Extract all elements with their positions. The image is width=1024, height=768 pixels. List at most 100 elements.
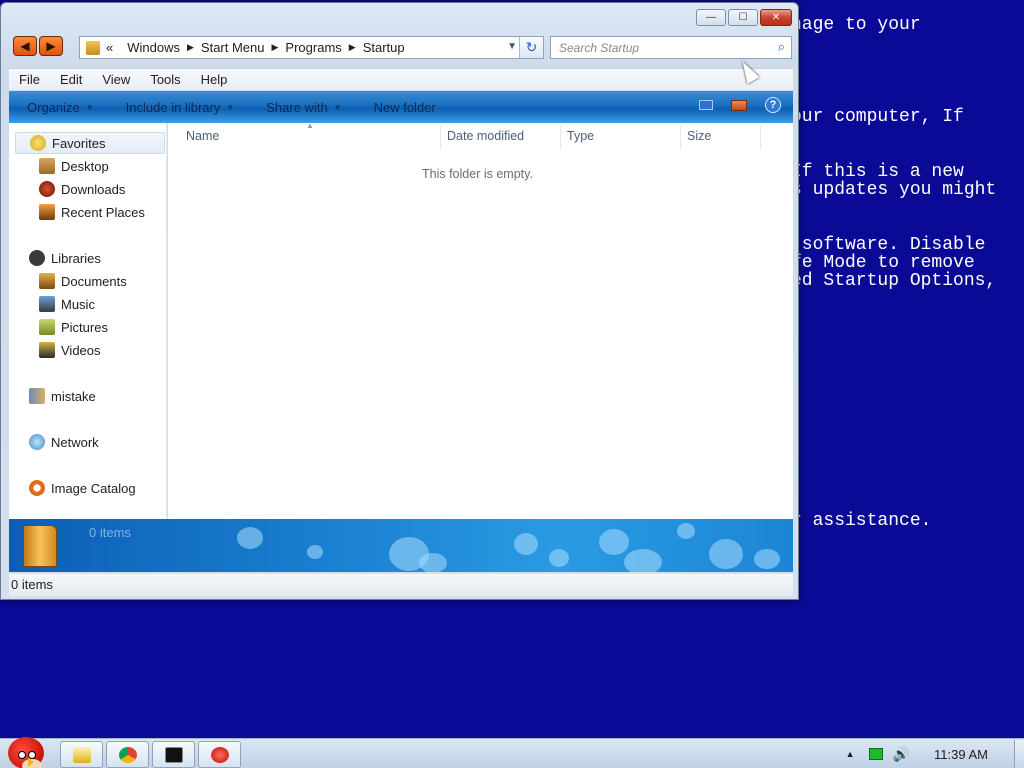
bsod-line: our computer, If: [791, 107, 964, 127]
preview-pane-icon[interactable]: [731, 99, 747, 111]
taskbar-app[interactable]: [198, 741, 241, 768]
include-in-library-button[interactable]: Include in library ▼: [108, 100, 249, 115]
back-button[interactable]: ◀: [13, 36, 37, 56]
share-label: Share with: [266, 99, 328, 115]
clock[interactable]: 11:39 AM: [934, 747, 988, 762]
breadcrumb-arrow-icon[interactable]: ▶: [272, 42, 279, 53]
menu-view[interactable]: View: [92, 72, 140, 87]
include-label: Include in library: [125, 99, 221, 115]
menu-help[interactable]: Help: [191, 72, 238, 87]
column-header-type[interactable]: Type: [567, 129, 594, 143]
new-folder-button[interactable]: New folder: [356, 100, 450, 115]
nav-videos[interactable]: Videos: [39, 342, 101, 358]
taskbar: ▲ 🔊 11:39 AM: [0, 737, 1024, 768]
search-placeholder: Search Startup: [559, 41, 640, 55]
close-button[interactable]: ✕: [760, 9, 792, 26]
breadcrumb-start-menu[interactable]: Start Menu: [201, 40, 265, 55]
dropdown-icon: ▼: [85, 102, 94, 112]
folder-icon: [23, 525, 57, 567]
sort-indicator-icon: ▲: [306, 121, 314, 130]
nav-image-catalog[interactable]: Image Catalog: [29, 480, 136, 496]
nav-documents[interactable]: Documents: [39, 273, 127, 289]
bsod-line: software. Disable: [791, 235, 986, 255]
breadcrumb-arrow-icon[interactable]: ▶: [187, 42, 194, 53]
nav-label: Favorites: [52, 135, 106, 151]
bsod-line: nage to your: [791, 15, 921, 35]
menu-file[interactable]: File: [9, 72, 50, 87]
nav-desktop[interactable]: Desktop: [39, 158, 109, 174]
view-controls: ?: [699, 97, 781, 113]
nav-pictures[interactable]: Pictures: [39, 319, 108, 335]
nav-label: Pictures: [61, 319, 108, 335]
search-input[interactable]: Search Startup ⌕: [550, 36, 792, 59]
refresh-button[interactable]: ↻: [519, 37, 543, 58]
new-folder-label: New folder: [373, 99, 436, 115]
column-divider[interactable]: [760, 125, 761, 149]
nav-label: Desktop: [61, 158, 109, 174]
nav-label: Image Catalog: [51, 480, 136, 496]
menu-tools[interactable]: Tools: [140, 72, 190, 87]
decor-bubble: [514, 533, 538, 555]
column-header-name[interactable]: Name: [186, 129, 219, 143]
column-header-size[interactable]: Size: [687, 129, 711, 143]
star-icon: [30, 135, 46, 151]
network-status-icon[interactable]: [868, 748, 883, 760]
column-divider[interactable]: [680, 125, 681, 149]
decor-bubble: [237, 527, 263, 549]
nav-libraries[interactable]: Libraries: [29, 250, 101, 266]
caption-buttons: — ☐ ✕: [696, 9, 792, 26]
decor-bubble: [599, 529, 629, 555]
breadcrumb-arrow-icon[interactable]: ▶: [349, 42, 356, 53]
nav-network[interactable]: Network: [29, 434, 99, 450]
nav-music[interactable]: Music: [39, 296, 95, 312]
folder-icon: [86, 40, 100, 55]
nav-label: Music: [61, 296, 95, 312]
nav-arrows: ◀ ▶: [13, 36, 65, 58]
nav-homegroup[interactable]: mistake: [29, 388, 96, 404]
search-icon[interactable]: ⌕: [778, 39, 785, 55]
address-bar[interactable]: « Windows ▶ Start Menu ▶ Programs ▶ Star…: [79, 36, 544, 59]
show-hidden-icons-icon[interactable]: ▲: [846, 749, 855, 759]
volume-icon[interactable]: 🔊: [893, 746, 910, 763]
details-pane: 0 items: [9, 519, 793, 572]
column-divider[interactable]: [560, 125, 561, 149]
change-view-icon[interactable]: [699, 100, 713, 110]
decor-bubble: [709, 539, 743, 569]
taskbar-explorer[interactable]: [60, 741, 103, 768]
decor-bubble: [307, 545, 323, 559]
nav-label: Videos: [61, 342, 101, 358]
column-divider[interactable]: [440, 125, 441, 149]
menu-edit[interactable]: Edit: [50, 72, 92, 87]
details-item-count: 0 items: [89, 525, 131, 540]
organize-button[interactable]: Organize ▼: [9, 100, 108, 115]
address-dropdown-icon[interactable]: ▼: [507, 41, 517, 52]
show-desktop-button[interactable]: [1014, 740, 1024, 768]
nav-favorites[interactable]: Favorites: [15, 132, 165, 154]
nav-downloads[interactable]: Downloads: [39, 181, 125, 197]
minimize-button[interactable]: —: [696, 9, 726, 26]
breadcrumb-overflow[interactable]: «: [106, 40, 113, 55]
column-header-date[interactable]: Date modified: [447, 129, 524, 143]
recent-places-icon: [39, 204, 55, 220]
dropdown-icon: ▼: [333, 102, 342, 112]
maximize-button[interactable]: ☐: [728, 9, 758, 26]
image-catalog-icon: [29, 480, 45, 496]
start-button[interactable]: [4, 731, 48, 768]
bsod-line: s updates you might: [791, 180, 997, 200]
downloads-icon: [39, 181, 55, 197]
help-icon[interactable]: ?: [765, 97, 781, 113]
breadcrumb-programs[interactable]: Programs: [285, 40, 341, 55]
taskbar-chrome[interactable]: [106, 741, 149, 768]
bird-beak: [28, 757, 34, 767]
breadcrumb-windows[interactable]: Windows: [127, 40, 180, 55]
pictures-icon: [39, 319, 55, 335]
empty-folder-message: This folder is empty.: [422, 167, 533, 181]
taskbar-command-prompt[interactable]: [152, 741, 195, 768]
desktop-icon: [39, 158, 55, 174]
explorer-window: — ☐ ✕ ◀ ▶ « Windows ▶ Start Menu ▶ Progr…: [0, 2, 799, 600]
breadcrumb-startup[interactable]: Startup: [363, 40, 405, 55]
documents-icon: [39, 273, 55, 289]
share-with-button[interactable]: Share with ▼: [248, 100, 355, 115]
nav-recent-places[interactable]: Recent Places: [39, 204, 145, 220]
forward-button[interactable]: ▶: [39, 36, 63, 56]
